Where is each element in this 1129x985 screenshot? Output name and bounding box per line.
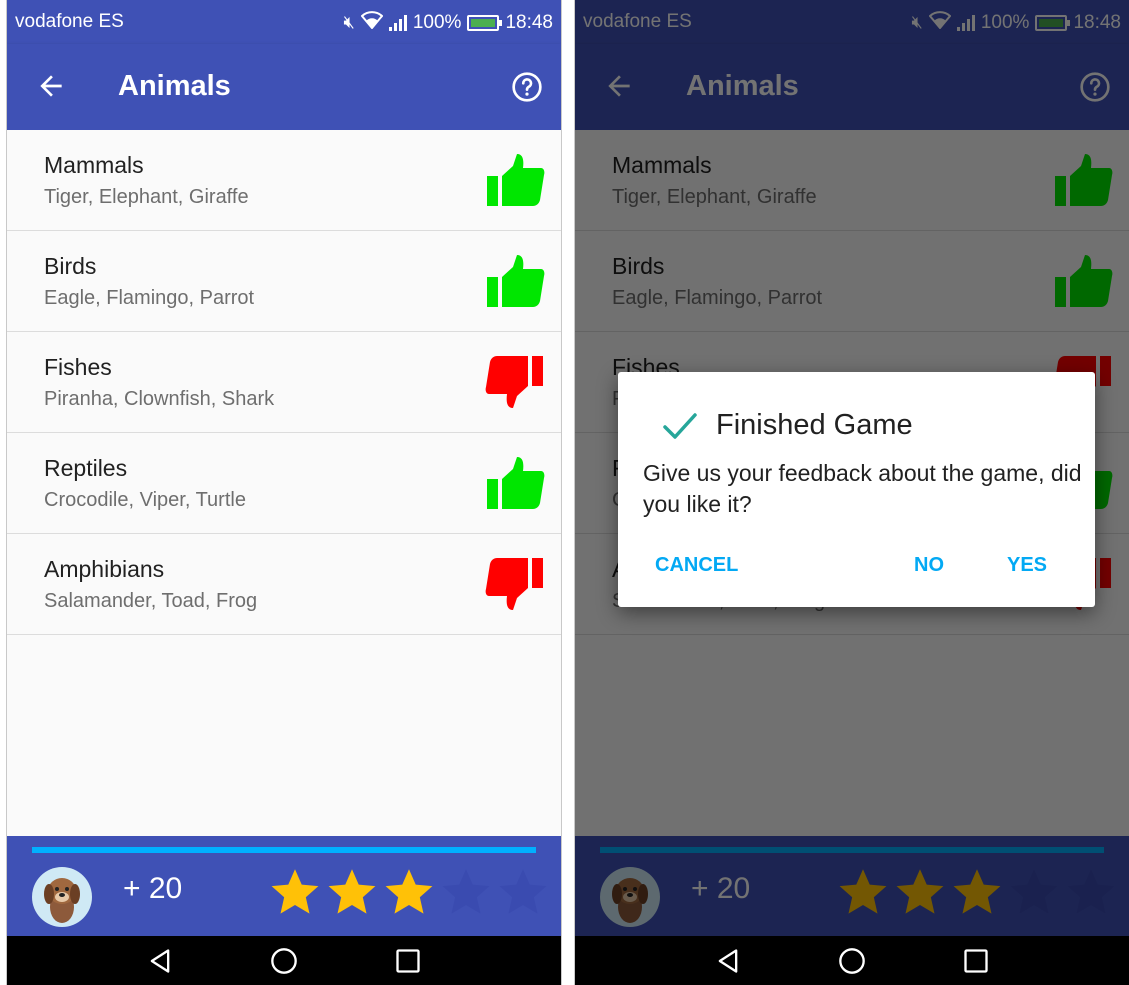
battery-percent: 100% [412, 11, 462, 33]
cancel-button[interactable]: CANCEL [655, 554, 738, 577]
star-filled-icon [385, 869, 433, 914]
thumbs-down-icon [485, 558, 543, 610]
category-name: Reptiles [44, 455, 128, 481]
thumbs-up-icon [487, 154, 545, 206]
thumbs-up-icon [487, 255, 545, 307]
no-button[interactable]: NO [914, 554, 944, 577]
wifi-icon [360, 11, 384, 34]
battery-icon [467, 14, 503, 31]
category-name: Amphibians [44, 556, 165, 582]
category-examples: Eagle, Flamingo, Parrot [44, 287, 255, 309]
phone-screen-dialog: vodafone ES 🔇︎ 100% 18:48 Animals Mammal… [575, 0, 1129, 985]
check-icon [663, 413, 697, 439]
nav-home-icon[interactable] [838, 947, 866, 975]
nav-home-icon[interactable] [270, 947, 298, 975]
list-item-birds[interactable]: Birds Eagle, Flamingo, Parrot [7, 231, 561, 332]
thumbs-up-icon [487, 457, 545, 509]
phone-screen-list: vodafone ES 🔇︎ 100% 18:48 Animals Mammal… [7, 0, 561, 985]
finished-game-dialog: Finished Game Give us your feedback abou… [618, 372, 1095, 607]
score-label: + 20 [123, 872, 183, 905]
page-title: Animals [118, 70, 231, 102]
dog-avatar [32, 867, 92, 927]
list-item-mammals[interactable]: Mammals Tiger, Elephant, Giraffe [7, 130, 561, 231]
nav-recents-icon[interactable] [962, 947, 990, 975]
dialog-message: Give us your feedback about the game, di… [643, 460, 1082, 517]
category-examples: Crocodile, Viper, Turtle [44, 489, 246, 511]
progress-bar [32, 847, 536, 853]
category-examples: Piranha, Clownfish, Shark [44, 388, 275, 410]
star-empty-icon [442, 869, 490, 914]
carrier-label: vodafone ES [15, 11, 124, 32]
list-item-fishes[interactable]: Fishes Piranha, Clownfish, Shark [7, 332, 561, 433]
category-examples: Tiger, Elephant, Giraffe [44, 186, 249, 208]
star-rating [269, 866, 549, 918]
system-nav-bar [575, 936, 1129, 985]
app-toolbar: Animals [7, 44, 561, 130]
mute-icon: 🔇︎ [343, 12, 355, 32]
star-empty-icon [499, 869, 547, 914]
category-list: Mammals Tiger, Elephant, Giraffe Birds E… [7, 130, 561, 635]
signal-icon [388, 14, 407, 31]
list-item-amphibians[interactable]: Amphibians Salamander, Toad, Frog [7, 534, 561, 635]
category-examples: Salamander, Toad, Frog [44, 590, 258, 612]
category-name: Birds [44, 253, 97, 279]
star-filled-icon [328, 869, 376, 914]
thumbs-down-icon [485, 356, 543, 408]
nav-back-icon[interactable] [714, 947, 742, 975]
yes-button[interactable]: YES [1007, 554, 1047, 577]
arrow-back-icon[interactable] [35, 70, 67, 102]
list-item-reptiles[interactable]: Reptiles Crocodile, Viper, Turtle [7, 433, 561, 534]
clock: 18:48 [505, 11, 553, 33]
system-nav-bar [7, 936, 561, 985]
status-bar: vodafone ES 🔇︎ 100% 18:48 [7, 0, 561, 44]
nav-recents-icon[interactable] [394, 947, 422, 975]
nav-back-icon[interactable] [146, 947, 174, 975]
category-name: Mammals [44, 152, 144, 178]
star-filled-icon [271, 869, 319, 914]
dialog-title: Finished Game [716, 409, 913, 441]
help-circle-icon[interactable] [511, 71, 543, 103]
category-name: Fishes [44, 354, 112, 380]
score-bar: + 20 [7, 836, 561, 936]
